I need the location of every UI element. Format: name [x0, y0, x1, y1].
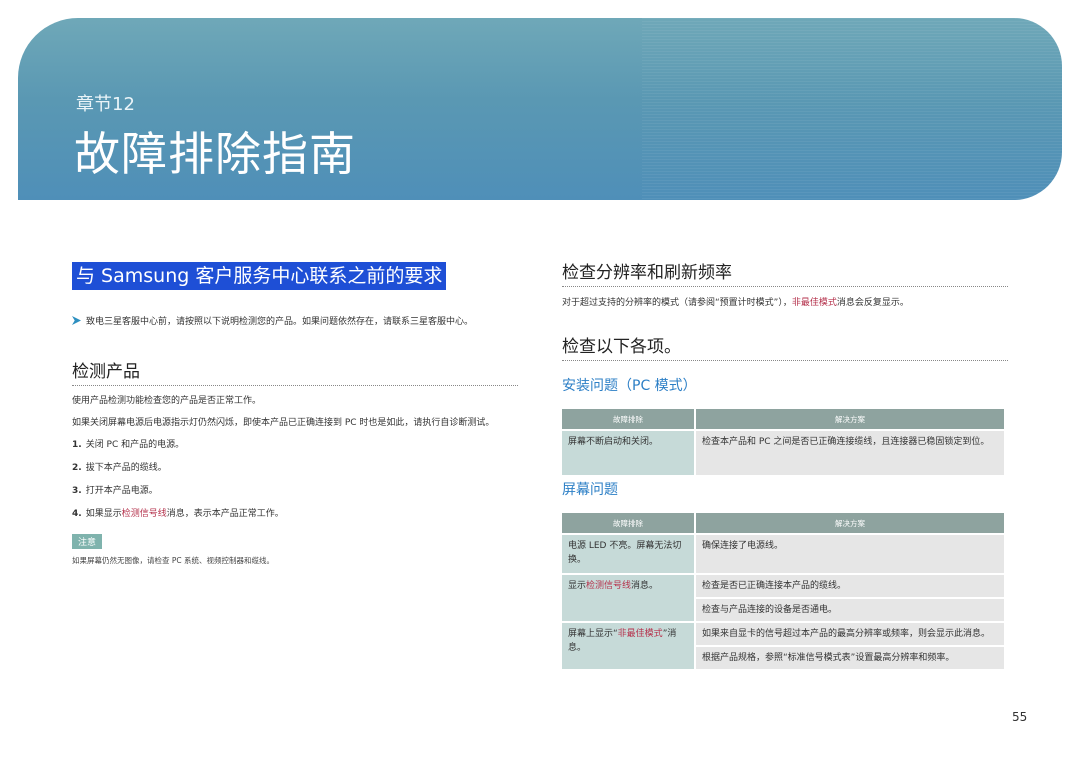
chapter-banner: 章节12 故障排除指南 — [18, 18, 1062, 200]
install-issues-table: 故障排除 解决方案 屏幕不断启动和关闭。 检查本产品和 PC 之间是否已正确连接… — [560, 407, 1006, 477]
table-row: 屏幕上显示“非最佳模式”消息。 如果来自显卡的信号超过本产品的最高分辨率或频率，… — [562, 623, 1004, 669]
solution-cell: 根据产品规格，参照“标准信号模式表”设置最高分辨率和频率。 — [696, 647, 1004, 669]
column-header-problem: 故障排除 — [562, 513, 694, 533]
bullet-arrow-icon — [72, 316, 81, 325]
left-column: 与 Samsung 客户服务中心联系之前的要求 致电三星客服中心前，请按照以下说… — [72, 262, 518, 566]
contact-requirements-heading: 与 Samsung 客户服务中心联系之前的要求 — [72, 262, 447, 290]
problem-cell: 屏幕上显示“非最佳模式”消息。 — [562, 623, 694, 669]
detect-product-heading: 检测产品 — [72, 357, 518, 386]
note-badge: 注意 — [72, 534, 103, 549]
check-signal-cable-link[interactable]: 检测信号线 — [586, 581, 631, 591]
table-header-row: 故障排除 解决方案 — [562, 513, 1004, 533]
table-row: 屏幕不断启动和关闭。 检查本产品和 PC 之间是否已正确连接缆线，且连接器已稳固… — [562, 431, 1004, 475]
chapter-label: 章节12 — [76, 94, 135, 115]
screen-issues-heading: 屏幕问题 — [562, 482, 618, 498]
step-item: 2. 拔下本产品的缆线。 — [72, 463, 167, 473]
install-issues-heading: 安装问题（PC 模式） — [562, 378, 697, 394]
column-header-problem: 故障排除 — [562, 409, 694, 429]
screen-issues-table: 故障排除 解决方案 电源 LED 不亮。屏幕无法切换。 确保连接了电源线。 显示… — [560, 511, 1006, 671]
problem-cell: 显示检测信号线消息。 — [562, 575, 694, 621]
banner-texture — [642, 18, 1062, 200]
right-column: 检查分辨率和刷新频率 对于超过支持的分辨率的模式（请参阅“预置计时模式”），非最… — [562, 258, 1008, 671]
column-header-solution: 解决方案 — [696, 513, 1004, 533]
problem-cell: 屏幕不断启动和关闭。 — [562, 431, 694, 475]
page-title: 故障排除指南 — [74, 127, 356, 181]
page-number: 55 — [1012, 710, 1028, 724]
self-test-steps: 1. 关闭 PC 和产品的电源。 2. 拔下本产品的缆线。 3. 打开本产品电源。 4… — [72, 438, 518, 521]
table-header-row: 故障排除 解决方案 — [562, 409, 1004, 429]
step-item: 4. 如果显示检测信号线消息，表示本产品正常工作。 — [72, 509, 284, 519]
table-row: 电源 LED 不亮。屏幕无法切换。 确保连接了电源线。 — [562, 535, 1004, 573]
solution-cell: 检查是否已正确连接本产品的缆线。 — [696, 575, 1004, 597]
check-signal-cable-link[interactable]: 检测信号线 — [122, 509, 167, 519]
detect-para-1: 使用产品检测功能检查您的产品是否正常工作。 — [72, 396, 262, 406]
solution-cell: 确保连接了电源线。 — [696, 535, 1004, 573]
check-items-heading: 检查以下各项。 — [562, 332, 1008, 361]
non-optimum-mode-link[interactable]: 非最佳模式 — [792, 298, 837, 308]
detect-para-2: 如果关闭屏幕电源后电源指示灯仍然闪烁，即使本产品已正确连接到 PC 时也是如此，… — [72, 418, 495, 428]
resolution-text: 对于超过支持的分辨率的模式（请参阅“预置计时模式”），非最佳模式消息会反复显示。 — [562, 298, 909, 308]
table-row: 显示检测信号线消息。 检查是否已正确连接本产品的缆线。 — [562, 575, 1004, 621]
non-optimum-mode-link[interactable]: 非最佳模式 — [618, 629, 663, 639]
solution-cell: 如果来自显卡的信号超过本产品的最高分辨率或频率，则会显示此消息。 — [696, 623, 1004, 645]
note-text: 如果屏幕仍然无图像，请检查 PC 系统、视频控制器和缆线。 — [72, 556, 275, 565]
column-header-solution: 解决方案 — [696, 409, 1004, 429]
step-item: 1. 关闭 PC 和产品的电源。 — [72, 440, 185, 450]
solution-cell: 检查本产品和 PC 之间是否已正确连接缆线，且连接器已稳固锁定到位。 — [696, 431, 1004, 475]
step-item: 3. 打开本产品电源。 — [72, 486, 158, 496]
resolution-heading: 检查分辨率和刷新频率 — [562, 258, 1008, 287]
intro-text: 致电三星客服中心前，请按照以下说明检测您的产品。如果问题依然存在，请联系三星客服… — [86, 317, 474, 327]
intro-line: 致电三星客服中心前，请按照以下说明检测您的产品。如果问题依然存在，请联系三星客服… — [72, 314, 518, 327]
solution-cell: 检查与产品连接的设备是否通电。 — [696, 599, 1004, 621]
problem-cell: 电源 LED 不亮。屏幕无法切换。 — [562, 535, 694, 573]
